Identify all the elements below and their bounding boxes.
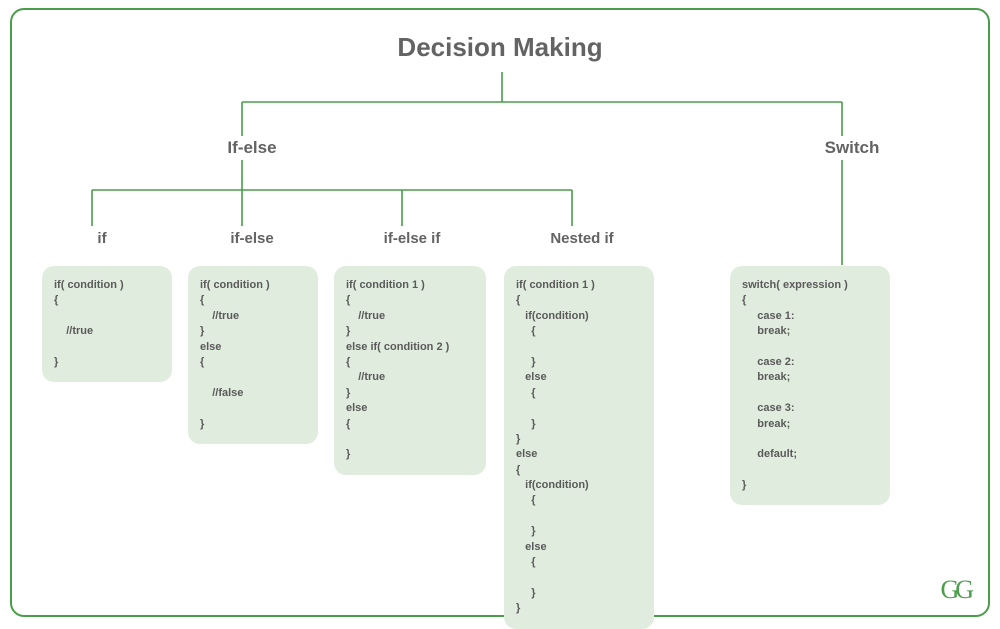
- code-box-ifelse: if( condition ) { //true } else { //fals…: [188, 266, 318, 444]
- code-box-nestedif: if( condition 1 ) { if(condition) { } el…: [504, 266, 654, 629]
- branch-if-else-label: If-else: [227, 138, 276, 158]
- code-box-switch: switch( expression ) { case 1: break; ca…: [730, 266, 890, 505]
- diagram-frame: Decision Making If-else Switch if if-els…: [10, 8, 990, 617]
- branch-switch-label: Switch: [825, 138, 880, 158]
- leaf-nestedif-label: Nested if: [550, 230, 613, 247]
- leaf-ifelseif-label: if-else if: [384, 230, 441, 247]
- logo-gg: GG: [940, 575, 970, 605]
- code-box-if: if( condition ) { //true }: [42, 266, 172, 382]
- leaf-ifelse-label: if-else: [230, 230, 273, 247]
- page-title: Decision Making: [12, 32, 988, 63]
- code-box-ifelseif: if( condition 1 ) { //true } else if( co…: [334, 266, 486, 475]
- leaf-if-label: if: [97, 230, 106, 247]
